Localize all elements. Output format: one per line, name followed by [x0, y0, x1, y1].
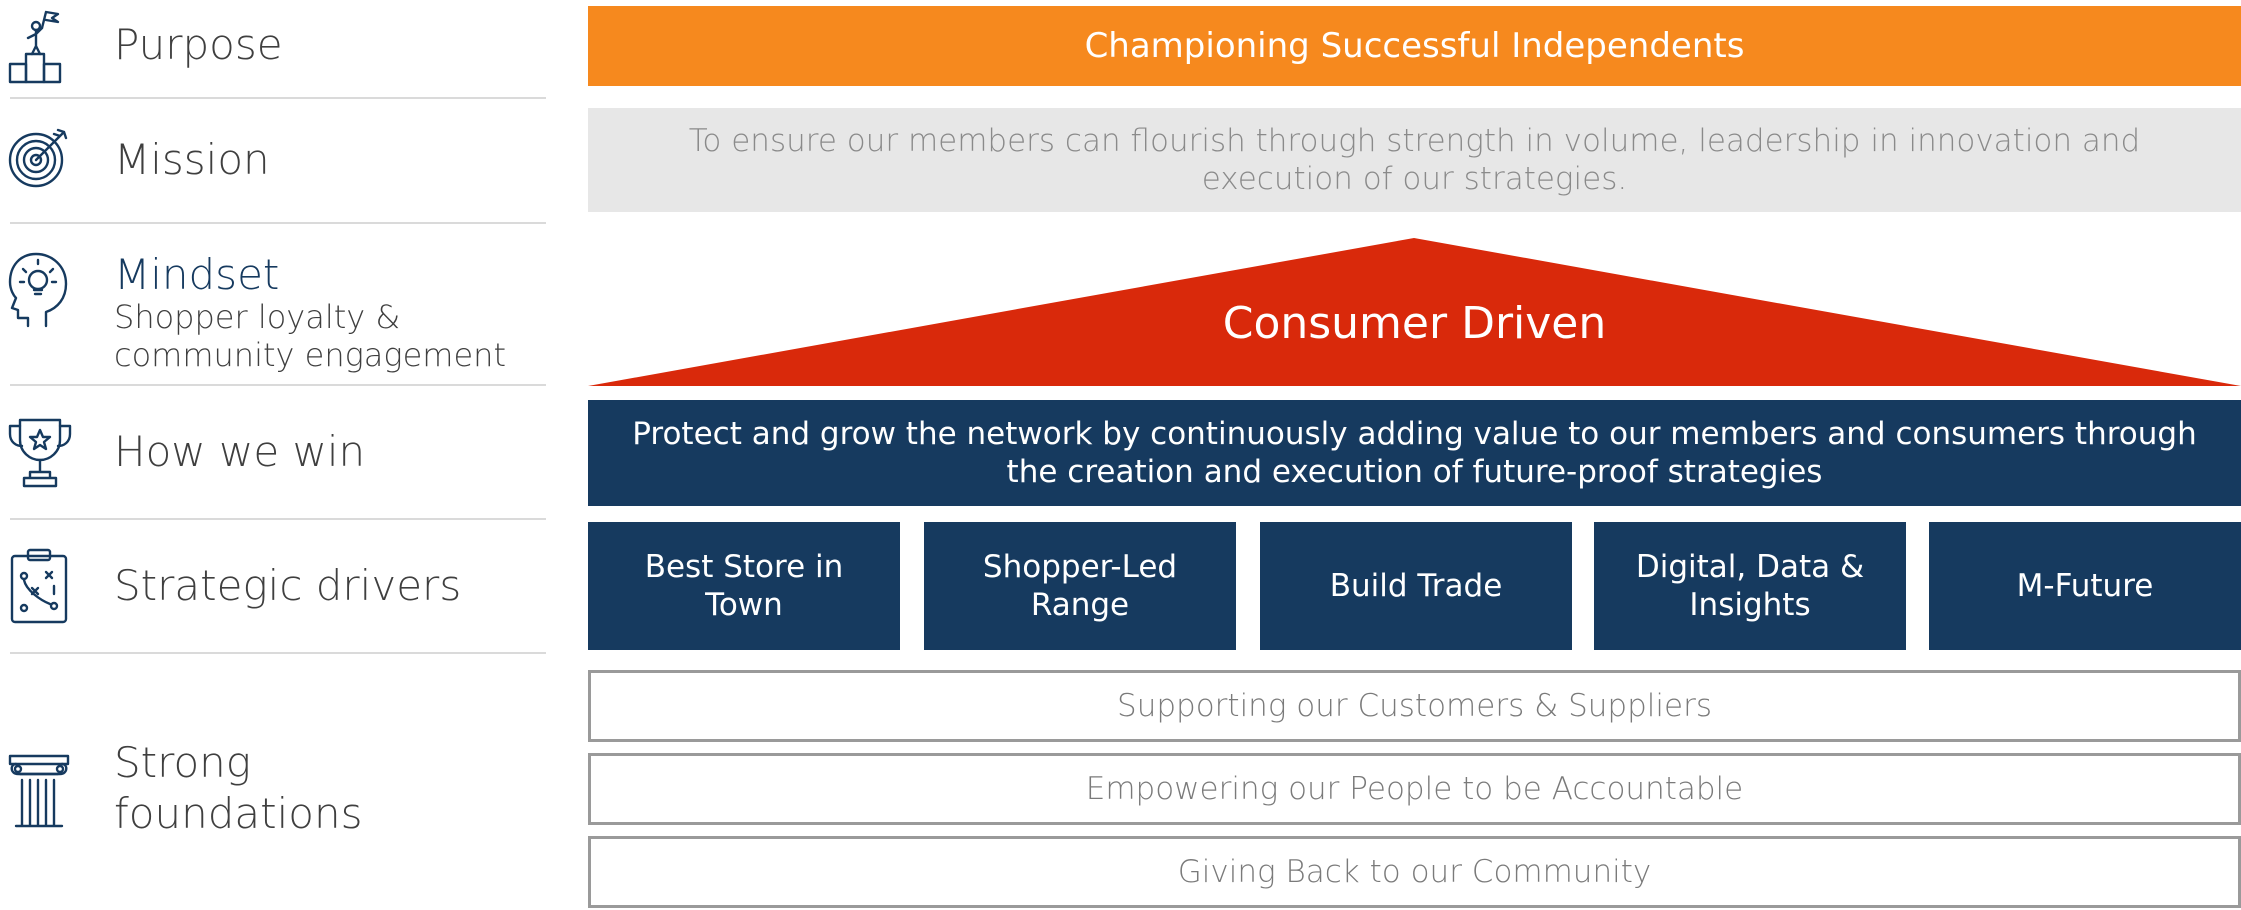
- mission-label: Mission: [114, 135, 270, 184]
- head-lightbulb-icon: [6, 250, 72, 332]
- mindset-sublabel-line1: Shopper loyalty &: [114, 298, 401, 336]
- target-icon: [6, 118, 72, 200]
- driver-box: Digital, Data & Insights: [1594, 522, 1906, 650]
- purpose-label: Purpose: [114, 20, 283, 69]
- foundation-box: Giving Back to our Community: [588, 836, 2241, 908]
- row-divider: [10, 652, 546, 654]
- how-we-win-statement: Protect and grow the network by continuo…: [588, 400, 2241, 506]
- row-divider: [10, 97, 546, 99]
- foundation-box: Supporting our Customers & Suppliers: [588, 670, 2241, 742]
- row-divider: [10, 222, 546, 224]
- mindset-sublabel-line2: community engagement: [114, 336, 506, 374]
- pillar-icon: [6, 750, 72, 832]
- strategic-drivers-label: Strategic drivers: [114, 561, 462, 610]
- mindset-text: Consumer Driven: [1222, 298, 1607, 349]
- strategy-board-icon: [6, 546, 72, 628]
- driver-box: Build Trade: [1260, 522, 1572, 650]
- driver-box: M-Future: [1929, 522, 2241, 650]
- strong-foundations-label-line1: Strong: [114, 738, 251, 787]
- driver-box: Best Store in Town: [588, 522, 900, 650]
- mindset-label: Mindset: [114, 250, 280, 299]
- row-divider: [10, 384, 546, 386]
- mission-statement: To ensure our members can flourish throu…: [588, 108, 2241, 212]
- row-divider: [10, 518, 546, 520]
- how-we-win-label: How we win: [114, 427, 366, 476]
- podium-flag-icon: [6, 6, 72, 88]
- strong-foundations-label-line2: foundations: [114, 789, 363, 838]
- foundation-box: Empowering our People to be Accountable: [588, 753, 2241, 825]
- strategic-drivers-row: Best Store in Town Shopper-Led Range Bui…: [588, 522, 2241, 650]
- purpose-banner: Championing Successful Independents: [588, 6, 2241, 86]
- trophy-icon: [6, 412, 72, 494]
- driver-box: Shopper-Led Range: [924, 522, 1236, 650]
